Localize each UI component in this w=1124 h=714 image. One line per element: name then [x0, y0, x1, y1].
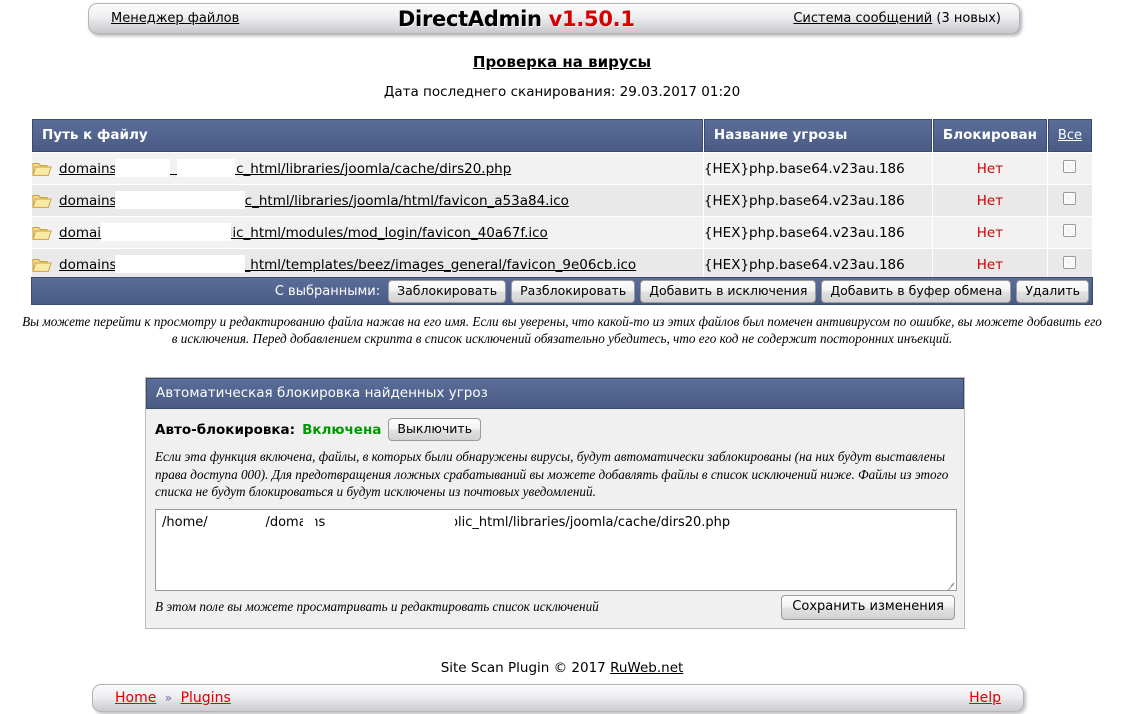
help-link[interactable]: Help [969, 690, 1001, 706]
column-header-path: Путь к файлу [32, 119, 703, 152]
autoblock-label: Авто-блокировка: [155, 421, 296, 438]
folder-icon [32, 225, 52, 241]
last-scan-date: Дата последнего сканирования: 29.03.2017… [383, 84, 741, 100]
cell-file-path: domains/ /public_html/templates/beez/ima… [32, 249, 703, 280]
cell-file-path: domains/ /public_html/modules/mod_login/… [32, 217, 703, 248]
autoblock-state: Включена [302, 421, 382, 438]
delete-button[interactable]: Удалить [1016, 279, 1089, 303]
cell-threat-name: {HEX}php.base64.v23au.186 [703, 217, 932, 248]
table-row: domains/ /public_html/templates/beez/ima… [32, 249, 1092, 280]
cell-blocked-status: Нет [932, 249, 1047, 280]
column-header-blocked: Блокирован [932, 119, 1047, 152]
block-button[interactable]: Заблокировать [388, 279, 507, 303]
autoblock-panel-body: Авто-блокировка: Включена Выключить Если… [146, 409, 964, 628]
redaction-mask [177, 158, 235, 177]
breadcrumb-plugins[interactable]: Plugins [181, 690, 231, 706]
cell-threat-name: {HEX}php.base64.v23au.186 [703, 153, 932, 184]
cell-threat-name: {HEX}php.base64.v23au.186 [703, 185, 932, 216]
unblock-button[interactable]: Разблокировать [511, 279, 636, 303]
info-note: Вы можете перейти к просмотру и редактир… [22, 314, 1102, 346]
select-all-link[interactable]: Все [1058, 128, 1082, 143]
file-path-link[interactable]: domains/ /public_html/libraries/joomla/c… [59, 158, 511, 177]
redaction-mask [101, 222, 231, 241]
table-row: domains/ /public_html/libraries/joomla/c… [32, 153, 1092, 184]
exclusions-textarea[interactable] [155, 508, 957, 591]
redaction-mask [217, 514, 243, 531]
autoblock-description: Если эта функция включена, файлы, в кото… [155, 449, 949, 499]
folder-icon [32, 161, 52, 177]
scan-results-body: domains/ /public_html/libraries/joomla/c… [32, 153, 1092, 280]
brand-name: DirectAdmin [397, 6, 542, 31]
cell-file-path: domains/ u/public_html/libraries/joomla/… [32, 185, 703, 216]
column-header-select-all[interactable]: Все [1047, 119, 1092, 152]
exclusions-footer: В этом поле вы можете просматривать и ре… [155, 594, 955, 620]
table-header-row: Путь к файлу Название угрозы Блокирован … [32, 119, 1092, 152]
cell-row-select [1047, 217, 1092, 248]
row-select-checkbox[interactable] [1063, 224, 1077, 237]
exclusions-field-wrapper [155, 508, 957, 591]
autoblock-status-row: Авто-блокировка: Включена Выключить [155, 418, 955, 441]
cell-blocked-status: Нет [932, 217, 1047, 248]
breadcrumb-separator: » [164, 691, 173, 705]
redaction-mask [115, 254, 245, 273]
cell-row-select [1047, 185, 1092, 216]
cell-row-select [1047, 153, 1092, 184]
file-manager-link[interactable]: Менеджер файлов [111, 11, 239, 26]
plugin-credit-text: Site Scan Plugin © 2017 [440, 660, 611, 676]
message-system: Система сообщений (3 новых) [793, 11, 1001, 26]
save-changes-button[interactable]: Сохранить изменения [781, 594, 955, 620]
add-to-clipboard-button[interactable]: Добавить в буфер обмена [821, 279, 1012, 303]
row-select-checkbox[interactable] [1063, 256, 1077, 269]
cell-threat-name: {HEX}php.base64.v23au.186 [703, 249, 932, 280]
autoblock-toggle-button[interactable]: Выключить [388, 418, 482, 441]
table-row: domains/ /public_html/modules/mod_login/… [32, 217, 1092, 248]
file-path-link[interactable]: domains/ /public_html/modules/mod_login/… [59, 222, 548, 241]
scan-results-table: Путь к файлу Название угрозы Блокирован … [31, 118, 1093, 281]
bulk-action-bar: С выбранными: Заблокировать Разблокирова… [31, 277, 1093, 305]
redaction-mask [115, 190, 245, 209]
breadcrumb-home[interactable]: Home [115, 690, 156, 706]
exclusions-hint: В этом поле вы можете просматривать и ре… [155, 599, 599, 614]
breadcrumb: Home » Plugins [115, 690, 231, 706]
row-select-checkbox[interactable] [1063, 160, 1077, 173]
message-count: (3 новых) [936, 11, 1001, 26]
file-path-link[interactable]: domains/ u/public_html/libraries/joomla/… [59, 190, 569, 209]
autoblock-panel-header: Автоматическая блокировка найденных угро… [146, 378, 964, 409]
scan-results-table-wrapper: Путь к файлу Название угрозы Блокирован … [31, 118, 1093, 281]
app-title: DirectAdmin v1.50.1 [239, 7, 793, 31]
redaction-mask [303, 514, 315, 531]
page-title: Проверка на вирусы [472, 53, 652, 71]
redaction-mask [115, 158, 170, 177]
autoblock-panel: Автоматическая блокировка найденных угро… [145, 377, 965, 629]
cell-blocked-status: Нет [932, 185, 1047, 216]
plugin-credit: Site Scan Plugin © 2017 RuWeb.net [0, 660, 1124, 676]
with-selected-label: С выбранными: [274, 283, 381, 299]
cell-file-path: domains/ /public_html/libraries/joomla/c… [32, 153, 703, 184]
folder-icon [32, 257, 52, 273]
ruweb-link[interactable]: RuWeb.net [610, 660, 683, 676]
top-navigation-bar: Менеджер файлов DirectAdmin v1.50.1 Сист… [88, 3, 1020, 34]
cell-row-select [1047, 249, 1092, 280]
table-row: domains/ u/public_html/libraries/joomla/… [32, 185, 1092, 216]
row-select-checkbox[interactable] [1063, 192, 1077, 205]
redaction-mask [325, 514, 455, 531]
cell-blocked-status: Нет [932, 153, 1047, 184]
add-to-exclusions-button[interactable]: Добавить в исключения [640, 279, 817, 303]
version-label: v1.50.1 [548, 6, 635, 31]
message-system-link[interactable]: Система сообщений [793, 11, 932, 26]
file-path-link[interactable]: domains/ /public_html/templates/beez/ima… [59, 254, 636, 273]
bottom-navigation-bar: Home » Plugins Help [92, 684, 1024, 712]
column-header-threat: Название угрозы [703, 119, 932, 152]
folder-icon [32, 193, 52, 209]
